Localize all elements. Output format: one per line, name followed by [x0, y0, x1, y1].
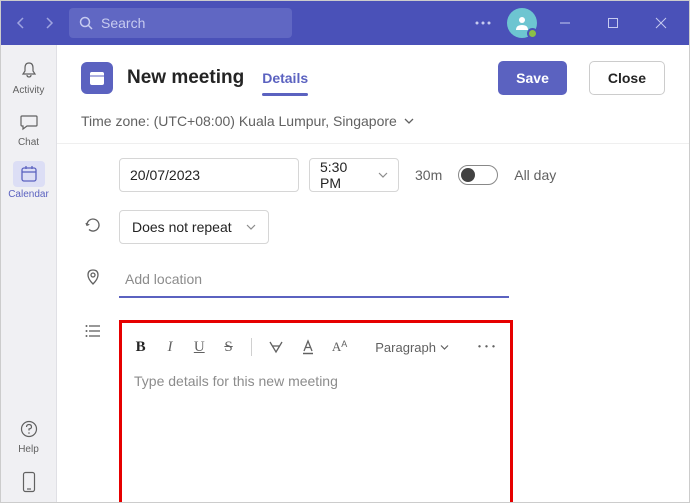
rail-label: Chat: [18, 137, 39, 148]
underline-button[interactable]: U: [193, 339, 206, 356]
time-input[interactable]: 5:30 PM: [309, 158, 399, 192]
toolbar-separator: [251, 338, 252, 356]
highlight-button[interactable]: [268, 339, 284, 355]
back-button[interactable]: [9, 11, 33, 35]
page-title: New meeting: [127, 67, 244, 89]
close-window-button[interactable]: [641, 1, 681, 45]
calendar-icon: [19, 164, 39, 184]
duration-label: 30m: [409, 167, 448, 183]
avatar[interactable]: [507, 8, 537, 38]
titlebar: [1, 1, 689, 45]
strikethrough-button[interactable]: S: [222, 339, 235, 356]
meeting-icon: [81, 62, 113, 94]
chevron-down-icon: [378, 170, 388, 180]
tab-details[interactable]: Details: [262, 64, 308, 92]
search-bar[interactable]: [69, 8, 292, 38]
person-icon: [514, 15, 530, 31]
bell-icon: [19, 60, 39, 80]
rail-item-calendar[interactable]: Calendar: [1, 155, 57, 205]
more-format-button[interactable]: ···: [477, 339, 498, 356]
content: New meeting Details Save Close Time zone…: [57, 45, 689, 502]
chevron-down-icon: [403, 115, 415, 127]
chevron-down-icon: [440, 343, 449, 352]
calendar-filled-icon: [88, 69, 106, 87]
paragraph-selector[interactable]: Paragraph: [375, 340, 449, 355]
font-color-icon: [300, 339, 316, 355]
maximize-button[interactable]: [593, 1, 633, 45]
tabs: Details: [262, 64, 308, 92]
location-row: [81, 262, 665, 298]
search-input[interactable]: [101, 15, 282, 31]
date-value: 20/07/2023: [130, 167, 200, 183]
repeat-value: Does not repeat: [132, 219, 232, 235]
editor-textarea[interactable]: Type details for this new meeting: [132, 365, 500, 397]
repeat-selector[interactable]: Does not repeat: [119, 210, 269, 244]
rail-label: Help: [18, 444, 39, 455]
all-day-label: All day: [514, 167, 556, 183]
rail-label: Calendar: [8, 189, 49, 200]
chevron-down-icon: [246, 222, 256, 232]
more-options-button[interactable]: [467, 7, 499, 39]
timezone-selector[interactable]: Time zone: (UTC+08:00) Kuala Lumpur, Sin…: [57, 105, 689, 144]
rail-item-help[interactable]: Help: [1, 410, 57, 460]
minimize-button[interactable]: [545, 1, 585, 45]
font-color-button[interactable]: [300, 339, 316, 355]
chevron-right-icon: [43, 17, 55, 29]
repeat-row: Does not repeat: [81, 210, 665, 244]
highlight-icon: [268, 339, 284, 355]
time-value: 5:30 PM: [320, 159, 372, 191]
font-size-button[interactable]: AA: [332, 339, 347, 355]
location-icon: [84, 268, 102, 286]
date-input[interactable]: 20/07/2023: [119, 158, 299, 192]
close-button[interactable]: Close: [589, 61, 665, 95]
device-icon: [22, 471, 36, 493]
chat-icon: [19, 112, 39, 132]
minimize-icon: [559, 17, 571, 29]
help-icon: [19, 419, 39, 439]
all-day-toggle[interactable]: [458, 165, 498, 185]
side-rail: Activity Chat Calendar Help: [1, 45, 57, 502]
paragraph-label: Paragraph: [375, 340, 436, 355]
rail-label: Activity: [13, 85, 45, 96]
rail-item-activity[interactable]: Activity: [1, 51, 57, 101]
nav-arrows: [9, 11, 61, 35]
description-row: B I U S AA: [81, 316, 665, 502]
timezone-label: Time zone: (UTC+08:00) Kuala Lumpur, Sin…: [81, 113, 397, 129]
rail-item-chat[interactable]: Chat: [1, 103, 57, 153]
page-header: New meeting Details Save Close: [57, 45, 689, 105]
italic-button[interactable]: I: [163, 339, 176, 356]
forward-button[interactable]: [37, 11, 61, 35]
rail-item-apps[interactable]: [1, 462, 57, 502]
maximize-icon: [607, 17, 619, 29]
editor-toolbar: B I U S AA: [132, 329, 500, 365]
presence-badge: [527, 28, 538, 39]
search-icon: [79, 16, 93, 30]
repeat-icon: [84, 216, 102, 234]
location-input[interactable]: [119, 262, 509, 298]
ellipsis-icon: [475, 21, 491, 25]
close-icon: [655, 17, 667, 29]
chevron-left-icon: [15, 17, 27, 29]
rich-text-editor: B I U S AA: [119, 320, 513, 502]
save-button[interactable]: Save: [498, 61, 567, 95]
description-icon: [84, 322, 102, 340]
bold-button[interactable]: B: [134, 339, 147, 356]
datetime-row: 20/07/2023 5:30 PM 30m All day: [81, 158, 665, 192]
